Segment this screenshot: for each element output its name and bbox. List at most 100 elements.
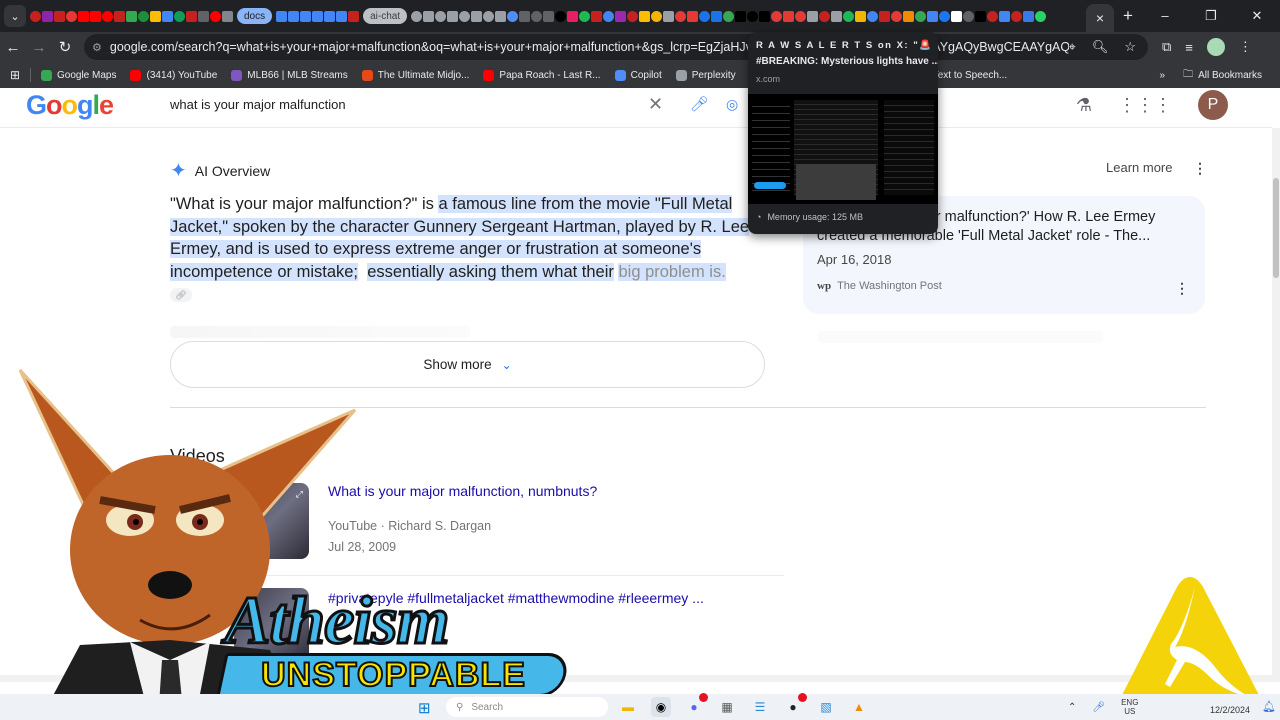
pinned-tab-favicon[interactable] <box>939 10 951 22</box>
pinned-tab-favicon[interactable] <box>459 10 471 22</box>
pinned-tab-favicon[interactable] <box>162 10 173 22</box>
pinned-tab-favicon[interactable] <box>150 10 161 22</box>
pinned-tab-favicon[interactable] <box>603 10 615 22</box>
notepad-icon[interactable]: ☰ <box>750 697 770 717</box>
pinned-tab-favicon[interactable] <box>903 10 915 22</box>
pinned-tab-favicon[interactable] <box>555 10 567 22</box>
new-tab-button[interactable]: + <box>1114 6 1142 26</box>
link-icon[interactable]: 🔗︎ <box>170 287 192 302</box>
file-explorer-icon[interactable]: ▬ <box>618 697 638 717</box>
pinned-tab-favicon[interactable] <box>735 10 747 22</box>
pinned-tab-favicon[interactable] <box>411 10 423 22</box>
search-input[interactable]: what is your major malfunction ✕ 🎤︎ ◎ <box>150 88 750 120</box>
profile-avatar[interactable] <box>1206 38 1225 56</box>
pinned-tab-favicon[interactable] <box>54 10 65 22</box>
tab-group-docs[interactable]: docs <box>237 8 273 24</box>
pinned-tab-favicon[interactable] <box>831 10 843 22</box>
pinned-tab-favicon[interactable] <box>336 10 348 22</box>
pinned-tab-favicon[interactable] <box>186 10 197 22</box>
pinned-tab-favicon[interactable] <box>30 10 41 22</box>
all-bookmarks-button[interactable]: 🗀 All Bookmarks <box>1183 67 1262 84</box>
source-options-icon[interactable]: ⋮ <box>1175 280 1189 297</box>
pinned-tab-favicon[interactable] <box>723 10 735 22</box>
pinned-tab-favicon[interactable] <box>567 10 579 22</box>
bookmark-item[interactable]: The Ultimate Midjo... <box>361 69 469 81</box>
pinned-tab-favicon[interactable] <box>114 10 125 22</box>
clear-search-icon[interactable]: ✕ <box>648 94 663 115</box>
bookmarks-overflow-button[interactable]: » <box>1160 70 1166 81</box>
microphone-icon[interactable]: 🎤︎ <box>1092 702 1105 713</box>
media-controls-icon[interactable]: ≡ <box>1185 40 1193 55</box>
more-options-icon[interactable]: ⋮ <box>1193 160 1207 177</box>
labs-flask-icon[interactable]: ⚗ <box>1076 95 1092 116</box>
bookmark-item[interactable]: (3414) YouTube <box>130 69 217 81</box>
pinned-tab-favicon[interactable] <box>651 10 663 22</box>
google-lens-icon[interactable]: ◎ <box>726 96 738 113</box>
pinned-tab-favicon[interactable] <box>507 10 519 22</box>
pinned-tab-favicon[interactable] <box>639 10 651 22</box>
pinned-tab-favicon[interactable] <box>198 10 209 22</box>
pinned-tab-favicon[interactable] <box>66 10 77 22</box>
pinned-tab-favicon[interactable] <box>78 10 89 22</box>
pinned-tab-favicon[interactable] <box>663 10 675 22</box>
scrollbar-thumb[interactable] <box>1273 178 1279 278</box>
site-info-icon[interactable]: ⚙ <box>92 41 102 54</box>
pinned-tab-favicon[interactable] <box>771 10 783 22</box>
pinned-tab-favicon[interactable] <box>1023 10 1035 22</box>
pinned-tab-favicon[interactable] <box>951 10 963 22</box>
taskbar-search[interactable]: ⚲ Search <box>446 697 608 717</box>
pinned-tab-favicon[interactable] <box>222 10 233 22</box>
menu-kebab-icon[interactable]: ⋮ <box>1239 39 1252 55</box>
apps-grid-icon[interactable]: ⊞ <box>0 68 30 82</box>
pinned-tab-favicon[interactable] <box>519 10 531 22</box>
pinned-tab-favicon[interactable] <box>915 10 927 22</box>
pinned-tab-favicon[interactable] <box>276 10 288 22</box>
pinned-tab-favicon[interactable] <box>855 10 867 22</box>
pinned-tab-favicon[interactable] <box>300 10 312 22</box>
pinned-tab-favicon[interactable] <box>963 10 975 22</box>
calculator-icon[interactable]: ▦ <box>717 697 737 717</box>
google-logo[interactable]: Google <box>26 90 114 121</box>
zoom-icon[interactable]: 🔍︎ <box>1092 39 1109 55</box>
address-bar[interactable]: ⚙ google.com/search?q=what+is+your+major… <box>84 34 1148 60</box>
close-window-button[interactable]: ✕ <box>1234 8 1280 24</box>
pinned-tab-favicon[interactable] <box>819 10 831 22</box>
pinned-tab-favicon[interactable] <box>579 10 591 22</box>
pinned-tab-favicon[interactable] <box>348 10 360 22</box>
search-query[interactable]: what is your major malfunction <box>170 97 346 112</box>
pinned-tab-favicon[interactable] <box>747 10 759 22</box>
pinned-tab-favicon[interactable] <box>687 10 699 22</box>
account-avatar[interactable]: P <box>1198 90 1228 120</box>
windows-start-icon[interactable]: ⊞ <box>418 699 431 717</box>
obs-icon[interactable]: ● <box>783 693 807 717</box>
minimize-button[interactable]: – <box>1142 8 1188 24</box>
pinned-tab-favicon[interactable] <box>615 10 627 22</box>
reload-button[interactable]: ↻ <box>52 38 78 56</box>
bookmark-item[interactable]: Perplexity <box>675 69 736 81</box>
pinned-tab-favicon[interactable] <box>174 10 185 22</box>
taskbar-date[interactable]: 12/2/2024 <box>1210 705 1250 715</box>
pinned-tab-favicon[interactable] <box>126 10 137 22</box>
pinned-tab-favicon[interactable] <box>543 10 555 22</box>
pinned-tab-favicon[interactable] <box>435 10 447 22</box>
video-title[interactable]: What is your major malfunction, numbnuts… <box>328 483 597 499</box>
pinned-tab-favicon[interactable] <box>138 10 149 22</box>
pinned-tab-favicon[interactable] <box>483 10 495 22</box>
pinned-tab-favicon[interactable] <box>471 10 483 22</box>
discord-icon[interactable]: ● <box>684 693 708 717</box>
language-indicator[interactable]: ENG US <box>1121 698 1138 716</box>
pinned-tab-favicon[interactable] <box>867 10 879 22</box>
pinned-tab-favicon[interactable] <box>312 10 324 22</box>
pinned-tab-favicon[interactable] <box>102 10 113 22</box>
voice-search-icon[interactable]: 🎤︎ <box>690 95 709 113</box>
forward-button[interactable]: → <box>26 39 52 56</box>
pinned-tab-favicon[interactable] <box>1011 10 1023 22</box>
google-apps-icon[interactable]: ⋮⋮⋮ <box>1118 95 1172 116</box>
pinned-tab-favicon[interactable] <box>699 10 711 22</box>
pinned-tab-favicon[interactable] <box>843 10 855 22</box>
pinned-tab-favicon[interactable] <box>447 10 459 22</box>
pinned-tab-favicon[interactable] <box>987 10 999 22</box>
pinned-tab-favicon[interactable] <box>423 10 435 22</box>
pinned-tab-favicon[interactable] <box>807 10 819 22</box>
pinned-tab-favicon[interactable] <box>795 10 807 22</box>
